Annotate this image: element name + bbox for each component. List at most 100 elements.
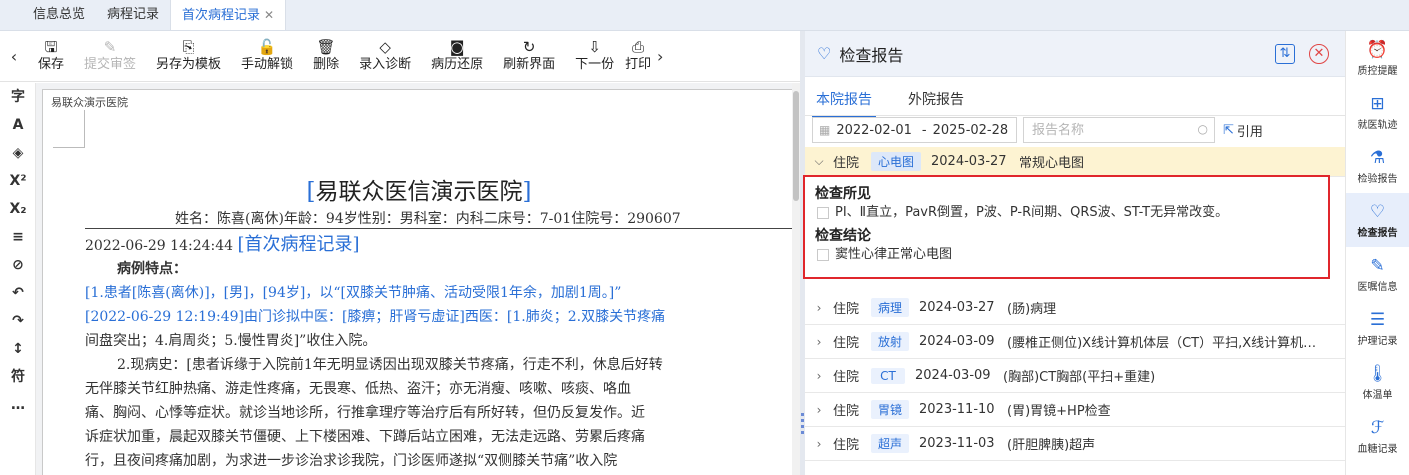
- toolbar-scroll-right-icon[interactable]: ›: [652, 47, 668, 66]
- tab-label: 首次病程记录: [182, 8, 261, 23]
- tab-overview[interactable]: 信息总览: [22, 0, 96, 30]
- editor-scrollbar[interactable]: [792, 83, 800, 475]
- report-source: 住院: [833, 404, 860, 419]
- undo-icon[interactable]: ↶: [0, 279, 36, 307]
- nav-blood-sugar[interactable]: ℱ 血糖记录: [1346, 409, 1409, 463]
- heart-icon: ♡: [1369, 201, 1386, 222]
- findings-checkbox[interactable]: [817, 207, 829, 219]
- chevron-right-icon[interactable]: ›: [805, 437, 833, 451]
- export-icon[interactable]: ⇅: [1275, 44, 1295, 64]
- redo-icon[interactable]: ↷: [0, 307, 36, 335]
- flask-icon: ⚗: [1369, 147, 1386, 168]
- save-button[interactable]: 🖫 保存: [28, 34, 74, 78]
- quote-button[interactable]: ⇱ 引用: [1223, 121, 1263, 140]
- chevron-right-icon[interactable]: ›: [805, 403, 833, 417]
- report-date: 2024-03-27: [919, 300, 995, 315]
- chevron-right-icon[interactable]: ›: [805, 301, 833, 315]
- nav-alarm[interactable]: ⏰ 质控提醒: [1346, 31, 1409, 85]
- fill-color-icon[interactable]: ◈: [0, 139, 36, 167]
- toolbar-scroll-left-icon[interactable]: ‹: [0, 47, 28, 66]
- tab-progress-notes[interactable]: 病程记录: [96, 0, 170, 30]
- report-type-tag: 胃镜: [871, 400, 910, 419]
- body-line-2: [2022-06-29 12:19:49]由门诊拟中医：[膝痹；肝肾亏虚证]西医…: [85, 309, 666, 325]
- scrollbar-thumb[interactable]: [793, 91, 799, 201]
- nursing-icon: ☰: [1369, 309, 1386, 330]
- symbol-icon[interactable]: 符: [0, 363, 36, 391]
- next-doc-icon: ⇩: [588, 38, 601, 56]
- nav-heart[interactable]: ♡ 检查报告: [1346, 193, 1409, 247]
- clear-format-icon[interactable]: ⊘: [0, 251, 36, 279]
- record-heading: 2022-06-29 14:24:44 [首次病程记录]: [85, 234, 360, 255]
- report-row[interactable]: ⌵ 住院 心电图 2024-03-27 常规心电图: [805, 147, 1345, 177]
- tab-label: 病程记录: [107, 7, 160, 22]
- toolbar-button-label: 病历还原: [431, 57, 484, 72]
- format-bar: 字 A ◈ X² X₂ ≡ ⊘ ↶ ↷ ↕ 符…: [0, 83, 36, 475]
- report-name: (肠)病理: [1007, 302, 1057, 317]
- report-search-input[interactable]: [1024, 118, 1184, 142]
- report-row[interactable]: › 住院 CT 2024-03-09 (胸部)CT胸部(平扫+重建): [805, 359, 1345, 393]
- report-row[interactable]: › 住院 超声 2023-11-03 (肝胆脾胰)超声: [805, 427, 1345, 461]
- nav-order[interactable]: ✎ 医嘱信息: [1346, 247, 1409, 301]
- body-line-5: 无伴膝关节红肿热痛、游走性疼痛，无畏寒、低热、盗汗；亦无消瘦、咳嗽、咳痰、咯血: [85, 381, 631, 397]
- unlock-button[interactable]: 🔓 手动解锁: [231, 34, 303, 78]
- report-filter: ▦ 2022-02-01 - 2025-02-28 ○ ⇱引用: [812, 117, 1263, 143]
- findings-text: PⅠ、Ⅱ直立，PavR倒置，P波、P-R间期、QRS波、ST-T无异常改变。: [835, 205, 1229, 220]
- nav-flask[interactable]: ⚗ 检验报告: [1346, 139, 1409, 193]
- font-icon[interactable]: 字: [0, 83, 36, 111]
- document-page[interactable]: 易联众演示医院 [易联众医信演示医院] 姓名：陈喜(离休)年龄：94岁性别：男科…: [42, 89, 794, 475]
- superscript-icon[interactable]: X²: [0, 167, 36, 195]
- quote-label: 引用: [1236, 124, 1263, 140]
- findings-row: PⅠ、Ⅱ直立，PavR倒置，P波、P-R间期、QRS波、ST-T无异常改变。: [815, 203, 1318, 223]
- refresh-button[interactable]: ↻ 刷新界面: [493, 34, 565, 78]
- nav-label: 护理记录: [1357, 335, 1398, 347]
- print-button[interactable]: ⎙ 打印: [624, 34, 652, 78]
- toolbar-buttons: 🖫 保存 ✎ 提交审签 ⎘ 另存为模板 🔓 手动解锁 🗑 删除 ◇ 录入诊断 ◙ 病历还原 ↻ 刷新界面 ⇩ 下一…: [28, 34, 652, 78]
- conclusion-title: 检查结论: [815, 228, 871, 244]
- chevron-right-icon[interactable]: ›: [805, 369, 833, 383]
- restore-button[interactable]: ◙ 病历还原: [421, 34, 493, 78]
- right-nav: ⏰ 质控提醒 ⊞ 就医轨迹 ⚗ 检验报告 ♡ 检查报告 ✎ 医嘱信息 ☰ 护理记录 🌡 体温单 ℱ 血糖记录: [1345, 31, 1409, 475]
- nav-label: 质控提醒: [1357, 65, 1398, 77]
- font-color-icon[interactable]: A: [0, 111, 36, 139]
- subscript-icon[interactable]: X₂: [0, 195, 36, 223]
- submit-sign-button[interactable]: ✎ 提交审签: [74, 34, 146, 78]
- report-row[interactable]: › 住院 病理 2024-03-27 (肠)病理: [805, 291, 1345, 325]
- toolbar-button-label: 保存: [38, 57, 65, 72]
- splitter-handle[interactable]: [801, 413, 804, 437]
- report-panel-header: ♡ 检查报告 ⇅ ✕: [805, 31, 1345, 77]
- search-icon[interactable]: ○: [1198, 122, 1208, 136]
- close-panel-icon[interactable]: ✕: [1309, 44, 1329, 64]
- line-spacing-icon[interactable]: ↕: [0, 335, 36, 363]
- tab-internal-reports[interactable]: 本院报告: [812, 87, 876, 117]
- date-range-picker[interactable]: ▦ 2022-02-01 - 2025-02-28: [812, 117, 1017, 143]
- report-row[interactable]: › 住院 胃镜 2023-11-10 (胃)胃镜+HP检查: [805, 393, 1345, 427]
- report-type-tag: 病理: [871, 298, 910, 317]
- align-icon[interactable]: ≡: [0, 223, 36, 251]
- report-name: (腰椎正侧位)X线计算机体层（CT）平扫,X线计算机体层: [1007, 336, 1330, 351]
- tab-external-reports[interactable]: 外院报告: [904, 87, 968, 117]
- restore-icon: ◙: [449, 38, 465, 56]
- report-type-tag: 超声: [871, 434, 910, 453]
- record-datetime: 2022-06-29 14:24:44: [85, 238, 234, 254]
- chevron-down-icon[interactable]: ⌵: [805, 154, 833, 169]
- delete-button[interactable]: 🗑 删除: [303, 34, 349, 78]
- close-tab-icon[interactable]: ✕: [264, 8, 274, 22]
- report-row[interactable]: › 住院 放射 2024-03-09 (腰椎正侧位)X线计算机体层（CT）平扫,X线计算…: [805, 325, 1345, 359]
- conclusion-checkbox[interactable]: [817, 249, 829, 261]
- nav-medical-track[interactable]: ⊞ 就医轨迹: [1346, 85, 1409, 139]
- document-body[interactable]: 2022-06-29 14:24:44 [首次病程记录] 病例特点： [1.患者…: [85, 233, 794, 473]
- document-title-text: 易联众医信演示医院: [315, 179, 523, 205]
- nav-nursing[interactable]: ☰ 护理记录: [1346, 301, 1409, 355]
- date-separator: -: [921, 122, 927, 138]
- more-icon[interactable]: …: [0, 391, 36, 419]
- save-template-button[interactable]: ⎘ 另存为模板: [146, 34, 231, 78]
- tab-first-progress-note[interactable]: 首次病程记录 ✕: [170, 0, 287, 30]
- toolbar-button-label: 手动解锁: [241, 57, 294, 72]
- diagnosis-button[interactable]: ◇ 录入诊断: [349, 34, 421, 78]
- body-line-1: [1.患者[陈喜(离休)]，[男]，[94岁]，以“[双膝关节肿痛、活动受限1年…: [85, 285, 622, 301]
- nav-thermometer[interactable]: 🌡 体温单: [1346, 355, 1409, 409]
- chevron-right-icon[interactable]: ›: [805, 335, 833, 349]
- page-corner-mark: [53, 110, 85, 148]
- report-date: 2024-03-09: [919, 334, 995, 349]
- next-doc-button[interactable]: ⇩ 下一份: [565, 34, 624, 78]
